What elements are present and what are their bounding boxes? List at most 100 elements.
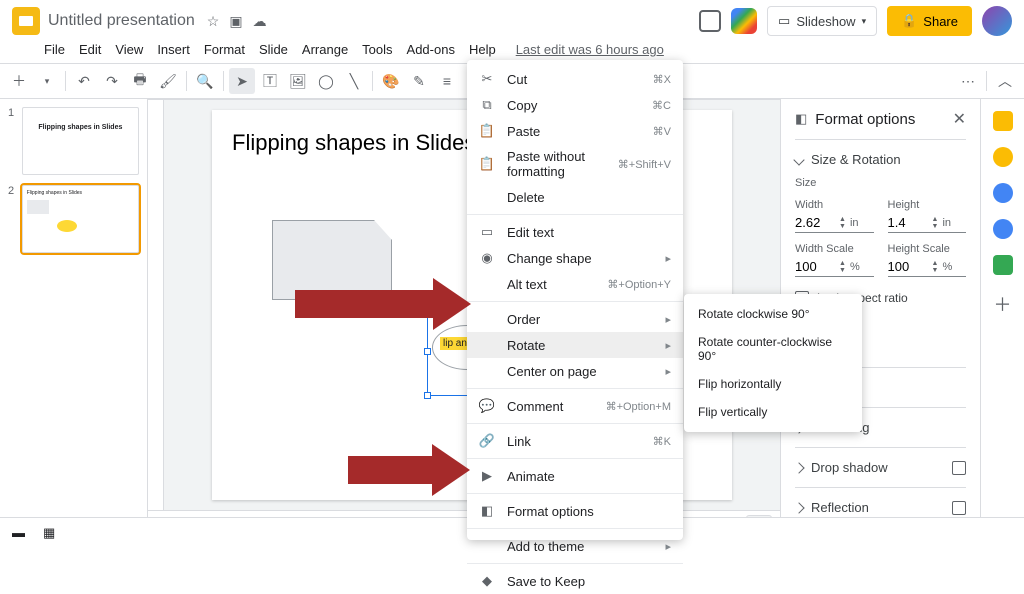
present-icon: ▭	[778, 13, 790, 29]
menu-slide[interactable]: Slide	[259, 42, 288, 57]
menu-arrange[interactable]: Arrange	[302, 42, 348, 57]
ctx-order[interactable]: Order▸	[467, 306, 683, 332]
resize-handle[interactable]	[424, 392, 431, 399]
slide-thumbnail-2[interactable]: Flipping shapes in Slides	[22, 185, 139, 253]
meet-icon[interactable]	[731, 8, 757, 34]
ctx-copy[interactable]: ⧉Copy⌘C	[467, 92, 683, 118]
slideshow-button[interactable]: ▭ Slideshow ▾	[767, 6, 877, 36]
ctx-save-keep[interactable]: ◆Save to Keep	[467, 568, 683, 594]
hscale-stepper[interactable]: ▲▼	[932, 260, 939, 274]
chevron-right-icon	[793, 462, 804, 473]
flip-horizontal[interactable]: Flip horizontally	[684, 370, 862, 398]
ctx-paste-nf[interactable]: 📋Paste without formatting⌘+Shift+V	[467, 144, 683, 184]
toolbar-overflow[interactable]: ⋯	[955, 68, 981, 94]
thumb-title: Flipping shapes in Slides	[27, 190, 134, 196]
thumb-title: Flipping shapes in Slides	[27, 124, 134, 132]
height-stepper[interactable]: ▲▼	[932, 216, 939, 230]
account-avatar[interactable]	[982, 6, 1012, 36]
height-scale-input[interactable]	[888, 259, 928, 274]
context-menu: ✂Cut⌘X ⧉Copy⌘C 📋Paste⌘V 📋Paste without f…	[467, 60, 683, 540]
ctx-delete[interactable]: Delete	[467, 184, 683, 210]
comment-icon: 💬	[479, 398, 495, 414]
star-icon[interactable]: ☆	[207, 13, 220, 30]
width-scale-input[interactable]	[795, 259, 835, 274]
close-icon[interactable]: ✕	[953, 109, 966, 129]
grid-view-icon[interactable]: ▦	[43, 525, 55, 541]
format-options-icon: ◧	[795, 111, 807, 127]
shape-tool[interactable]: ◯	[313, 68, 339, 94]
slides-logo-icon[interactable]	[12, 7, 40, 35]
menu-insert[interactable]: Insert	[157, 42, 190, 57]
ctx-edit-text[interactable]: ▭Edit text	[467, 219, 683, 245]
border-weight-button[interactable]: ≡	[434, 68, 460, 94]
reflection-header[interactable]: Reflection	[795, 500, 966, 515]
doc-title[interactable]: Untitled presentation	[48, 12, 195, 30]
menu-tools[interactable]: Tools	[362, 42, 392, 57]
width-stepper[interactable]: ▲▼	[839, 216, 846, 230]
menu-addons[interactable]: Add-ons	[407, 42, 455, 57]
resize-handle[interactable]	[424, 348, 431, 355]
new-slide-button[interactable]: ＋	[6, 68, 32, 94]
rotate-ccw[interactable]: Rotate counter-clockwise 90°	[684, 328, 862, 370]
filmstrip-view-icon[interactable]: ▬	[12, 525, 25, 540]
add-addon-icon[interactable]: ＋	[994, 291, 1012, 317]
ctx-comment[interactable]: 💬Comment⌘+Option+M	[467, 393, 683, 419]
folded-corner-shape[interactable]	[272, 220, 392, 300]
section-label: Reflection	[811, 500, 944, 515]
ctx-format-options[interactable]: ◧Format options	[467, 498, 683, 524]
side-panel-rail: ＋	[980, 99, 1024, 536]
menu-help[interactable]: Help	[469, 42, 496, 57]
size-rotation-header[interactable]: Size & Rotation	[795, 152, 966, 167]
calendar-icon[interactable]	[993, 111, 1013, 131]
ctx-cut[interactable]: ✂Cut⌘X	[467, 66, 683, 92]
reflection-checkbox[interactable]	[952, 501, 966, 515]
image-tool[interactable]: 🖼	[285, 68, 311, 94]
maps-icon[interactable]	[993, 255, 1013, 275]
chevron-down-icon[interactable]: ▾	[34, 68, 60, 94]
select-tool[interactable]: ➤	[229, 68, 255, 94]
zoom-button[interactable]: 🔍	[192, 68, 218, 94]
ctx-animate[interactable]: ▶Animate	[467, 463, 683, 489]
ctx-center[interactable]: Center on page▸	[467, 358, 683, 384]
contacts-icon[interactable]	[993, 219, 1013, 239]
rotate-cw[interactable]: Rotate clockwise 90°	[684, 300, 862, 328]
move-icon[interactable]: ▣	[229, 13, 242, 30]
ctx-rotate[interactable]: Rotate▸	[467, 332, 683, 358]
undo-button[interactable]: ↶	[71, 68, 97, 94]
line-tool[interactable]: ╲	[341, 68, 367, 94]
drop-shadow-checkbox[interactable]	[952, 461, 966, 475]
border-color-button[interactable]: ✎	[406, 68, 432, 94]
height-input[interactable]	[888, 215, 928, 230]
ctx-alt-text[interactable]: Alt text⌘+Option+Y	[467, 271, 683, 297]
last-edit-link[interactable]: Last edit was 6 hours ago	[516, 42, 664, 57]
section-label: Size & Rotation	[811, 152, 901, 167]
cloud-status-icon[interactable]: ☁	[253, 13, 267, 30]
paint-format-button[interactable]: 🖌	[155, 68, 181, 94]
menu-edit[interactable]: Edit	[79, 42, 101, 57]
ctx-link[interactable]: 🔗Link⌘K	[467, 428, 683, 454]
keep-icon[interactable]	[993, 147, 1013, 167]
ctx-add-theme[interactable]: Add to theme▸	[467, 533, 683, 559]
menu-format[interactable]: Format	[204, 42, 245, 57]
drop-shadow-header[interactable]: Drop shadow	[795, 460, 966, 475]
share-button[interactable]: 🔒 Share	[887, 6, 972, 36]
comments-icon[interactable]	[699, 10, 721, 32]
share-label: Share	[923, 14, 958, 29]
menu-view[interactable]: View	[115, 42, 143, 57]
collapse-toolbar-icon[interactable]: ︿	[992, 68, 1018, 94]
tasks-icon[interactable]	[993, 183, 1013, 203]
print-button[interactable]: 🖶	[127, 68, 153, 94]
section-label: Drop shadow	[811, 460, 944, 475]
ctx-change-shape[interactable]: ◉Change shape▸	[467, 245, 683, 271]
fill-color-button[interactable]: 🎨	[378, 68, 404, 94]
menu-file[interactable]: File	[44, 42, 65, 57]
ctx-paste[interactable]: 📋Paste⌘V	[467, 118, 683, 144]
width-input[interactable]	[795, 215, 835, 230]
unit-label: %	[942, 261, 952, 273]
textbox-tool[interactable]: 🅃	[257, 68, 283, 94]
wscale-stepper[interactable]: ▲▼	[839, 260, 846, 274]
thumb-number: 1	[8, 107, 18, 175]
redo-button[interactable]: ↷	[99, 68, 125, 94]
slide-thumbnail-1[interactable]: Flipping shapes in Slides	[22, 107, 139, 175]
flip-vertical[interactable]: Flip vertically	[684, 398, 862, 426]
